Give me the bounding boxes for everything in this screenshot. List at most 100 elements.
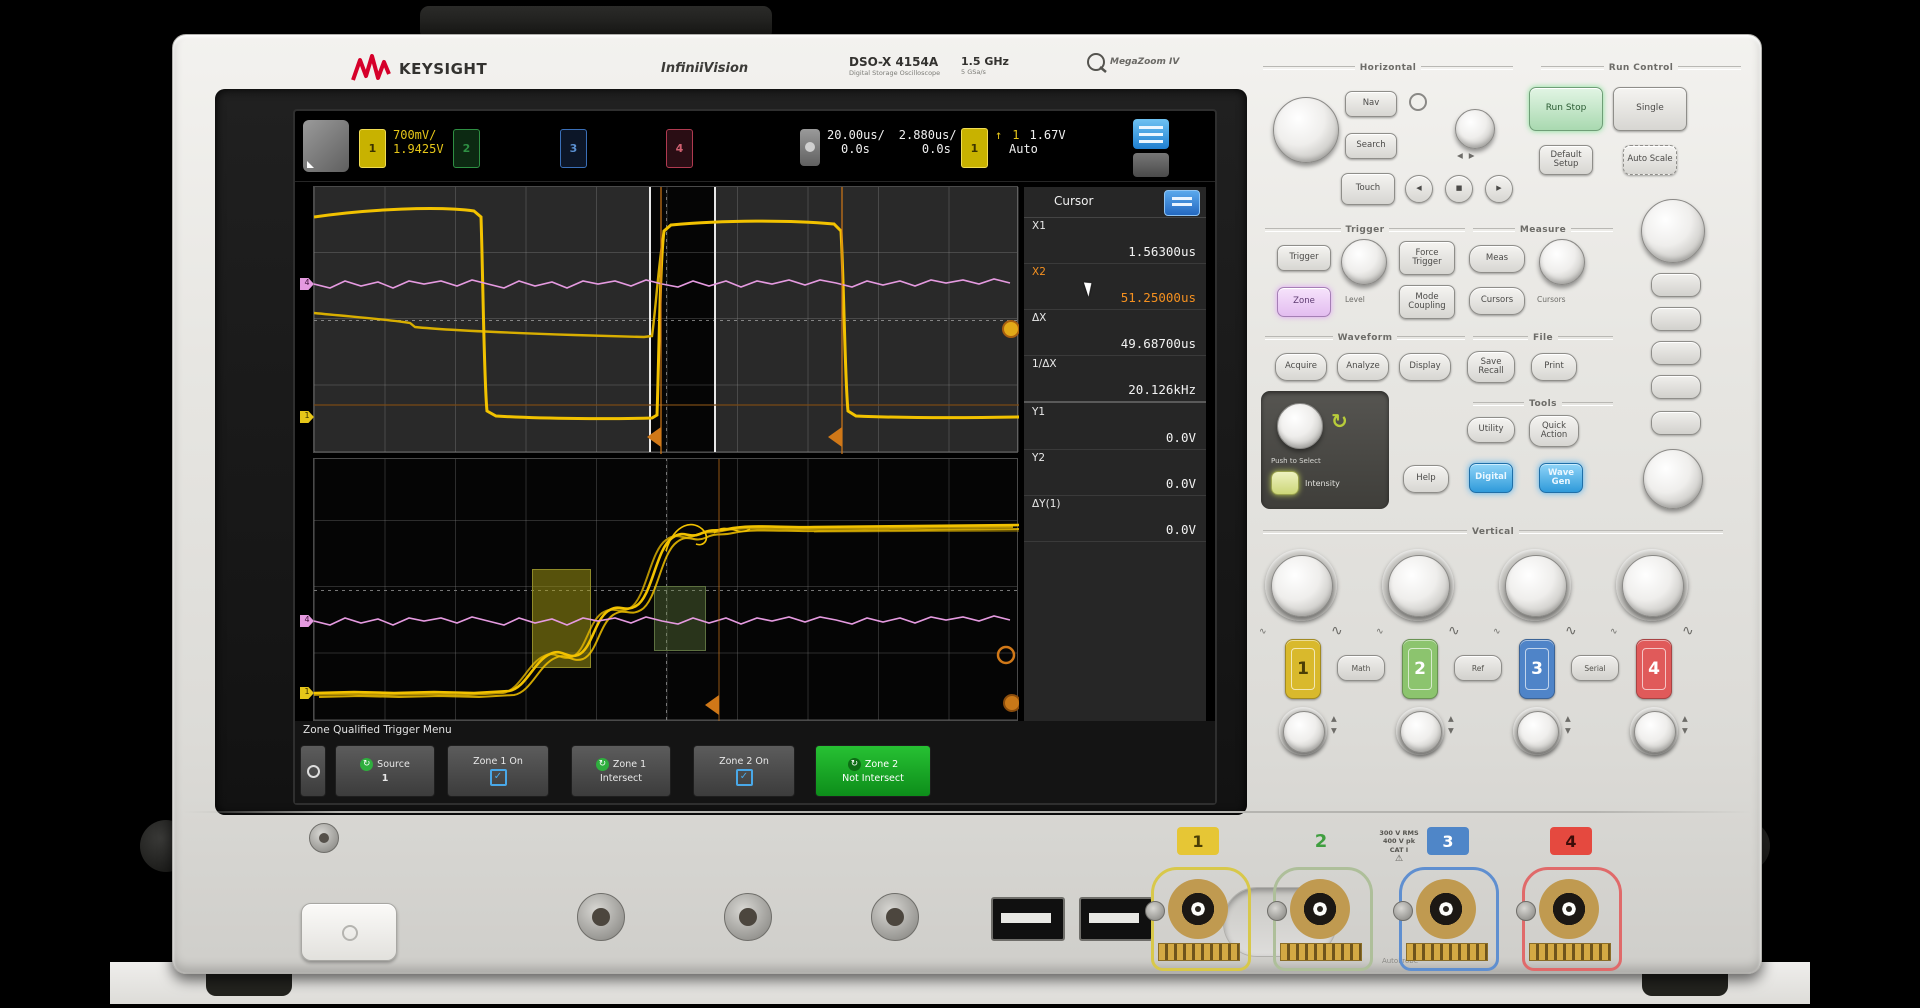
softkey-zone1-on[interactable]: Zone 1 On ✓ xyxy=(447,745,549,797)
help-button[interactable]: Help xyxy=(1403,465,1449,493)
horizontal-position-knob[interactable] xyxy=(1455,109,1495,149)
nav-button[interactable]: Nav xyxy=(1345,91,1397,117)
softkey-zone2-on[interactable]: Zone 2 On ✓ xyxy=(693,745,795,797)
trigger-readout[interactable]: ↑ 1 1.67V Auto xyxy=(995,128,1066,156)
ref-button[interactable]: Ref xyxy=(1454,655,1502,681)
ch2-scale-knob[interactable] xyxy=(1388,555,1450,617)
intensity-button[interactable] xyxy=(1271,471,1299,495)
channel4-ground-marker[interactable]: 4 xyxy=(300,278,314,290)
channel3-status-box[interactable]: 3 xyxy=(560,129,587,168)
softkey-zone1-mode[interactable]: ↻ Zone 1 Intersect xyxy=(571,745,671,797)
trigger-source-digit: 1 xyxy=(1012,128,1019,142)
channel4-button[interactable]: 4 xyxy=(1636,639,1672,699)
default-setup-button[interactable]: Default Setup xyxy=(1539,145,1593,175)
math-button[interactable]: Math xyxy=(1337,655,1385,681)
ch1-scale-knob[interactable] xyxy=(1271,555,1333,617)
wave-gen-button[interactable]: Wave Gen xyxy=(1539,463,1583,493)
right-column-key-2[interactable] xyxy=(1651,307,1701,331)
softkey-menu-bar: Zone Qualified Trigger Menu ↻ Source 1 Z… xyxy=(295,721,1215,803)
bandwidth: 1.5 GHz xyxy=(961,55,1009,68)
right-column-key-4[interactable] xyxy=(1651,375,1701,399)
nav-back-button[interactable]: ◀ xyxy=(1405,175,1433,203)
right-column-top-knob[interactable] xyxy=(1641,199,1705,263)
nav-stop-button[interactable]: ■ xyxy=(1445,175,1473,203)
cursor-row-x1[interactable]: X1 1.56300us xyxy=(1024,217,1206,264)
touch-sidebar-icon[interactable] xyxy=(1133,119,1169,149)
single-button[interactable]: Single xyxy=(1613,87,1687,131)
save-recall-button[interactable]: Save Recall xyxy=(1467,351,1515,383)
softkey-zone1on-top: Zone 1 On xyxy=(473,756,523,767)
digital-button[interactable]: Digital xyxy=(1469,463,1513,493)
touch-button[interactable]: Touch xyxy=(1341,173,1395,205)
bnc2-contact-strip xyxy=(1280,943,1362,961)
panel-menu-icon[interactable] xyxy=(1164,190,1200,216)
cursors-button[interactable]: Cursors xyxy=(1469,287,1525,315)
cursor-row-freq[interactable]: 1/ΔX 20.126kHz xyxy=(1024,355,1206,403)
channel2-button[interactable]: 2 xyxy=(1402,639,1438,699)
entry-knob[interactable] xyxy=(1277,403,1323,449)
cursor-row-dx[interactable]: ΔX 49.68700us xyxy=(1024,309,1206,356)
meas-button[interactable]: Meas xyxy=(1469,245,1525,273)
right-column-key-1[interactable] xyxy=(1651,273,1701,297)
channel4-ground-marker-zoom[interactable]: 4 xyxy=(300,615,314,627)
ch1-position-knob[interactable] xyxy=(1283,711,1325,753)
auto-scale-button[interactable]: Auto Scale xyxy=(1623,145,1677,175)
ch4-scale-knob[interactable] xyxy=(1622,555,1684,617)
right-column-key-3[interactable] xyxy=(1651,341,1701,365)
trigger-level-knob[interactable] xyxy=(1341,239,1387,285)
keysight-spark-icon xyxy=(351,54,391,84)
analyze-button[interactable]: Analyze xyxy=(1337,353,1389,381)
bnc2-connector xyxy=(1290,879,1350,939)
utility-button[interactable]: Utility xyxy=(1467,417,1515,443)
cursor-row-y1[interactable]: Y1 0.0V xyxy=(1024,403,1206,450)
cursor-x1-value: 1.56300us xyxy=(1128,244,1196,259)
channel1-readout[interactable]: 700mV/ 1.9425V xyxy=(393,128,444,156)
softkey-zone1-bottom: Intersect xyxy=(600,773,642,784)
acquire-button[interactable]: Acquire xyxy=(1275,353,1327,381)
ch4-position-knob[interactable] xyxy=(1634,711,1676,753)
touch-pointer-icon xyxy=(1084,280,1095,296)
channel1-ground-marker[interactable]: 1 xyxy=(300,411,314,423)
channel1-ground-marker-zoom[interactable]: 1 xyxy=(300,687,314,699)
trigger-button[interactable]: Trigger xyxy=(1277,245,1331,271)
right-column-bottom-knob[interactable] xyxy=(1643,449,1703,509)
horizontal-scale-knob[interactable] xyxy=(1273,97,1339,163)
timebase-readout[interactable]: 20.00us/ 2.880us/ 0.0s 0.0s xyxy=(827,128,957,156)
ch3-position-knob[interactable] xyxy=(1517,711,1559,753)
mode-coupling-button[interactable]: Mode Coupling xyxy=(1399,285,1455,319)
force-trigger-button[interactable]: Force Trigger xyxy=(1399,241,1455,275)
print-button[interactable]: Print xyxy=(1531,353,1577,381)
quick-action-button[interactable]: Quick Action xyxy=(1529,415,1579,447)
channel3-button[interactable]: 3 xyxy=(1519,639,1555,699)
wave-large-icon: ∿ xyxy=(1682,623,1694,639)
run-stop-button[interactable]: Run Stop xyxy=(1529,87,1603,131)
cursors-knob[interactable] xyxy=(1539,239,1585,285)
softkey-zone2-mode[interactable]: ↻ Zone 2 Not Intersect xyxy=(815,745,931,797)
search-button[interactable]: Search xyxy=(1345,133,1397,159)
channel4-status-box[interactable]: 4 xyxy=(666,129,693,168)
softkey-source[interactable]: ↻ Source 1 xyxy=(335,745,435,797)
screen-corner-icon[interactable] xyxy=(1133,153,1169,177)
cursor-row-x2[interactable]: X2 51.25000us xyxy=(1024,263,1206,310)
zone-button[interactable]: Zone xyxy=(1277,287,1331,317)
ch3-scale-knob[interactable] xyxy=(1505,555,1567,617)
cursor-row-dy[interactable]: ΔY(1) 0.0V xyxy=(1024,495,1206,542)
trigger-source-box[interactable]: 1 xyxy=(961,128,988,168)
zoom-window-waveforms xyxy=(314,459,1019,722)
power-button[interactable] xyxy=(301,903,397,961)
cursor-y1-value: 0.0V xyxy=(1166,430,1196,445)
nav-forward-button[interactable]: ▶ xyxy=(1485,175,1513,203)
bnc4-autoprobe-contact xyxy=(1516,901,1536,921)
cursor-row-y2[interactable]: Y2 0.0V xyxy=(1024,449,1206,496)
sidebar-menu-button[interactable] xyxy=(303,120,349,172)
serial-button[interactable]: Serial xyxy=(1571,655,1619,681)
channel2-status-box[interactable]: 2 xyxy=(453,129,480,168)
ch2-position-knob[interactable] xyxy=(1400,711,1442,753)
channel1-status-box[interactable]: 1 xyxy=(359,129,386,168)
channel1-button[interactable]: 1 xyxy=(1285,639,1321,699)
right-column-key-5[interactable] xyxy=(1651,411,1701,435)
menu-pin-softkey[interactable] xyxy=(300,745,326,797)
display-button[interactable]: Display xyxy=(1399,353,1451,381)
softkey-menu-title: Zone Qualified Trigger Menu xyxy=(303,724,452,736)
cursors-label: Cursors xyxy=(1537,295,1566,304)
